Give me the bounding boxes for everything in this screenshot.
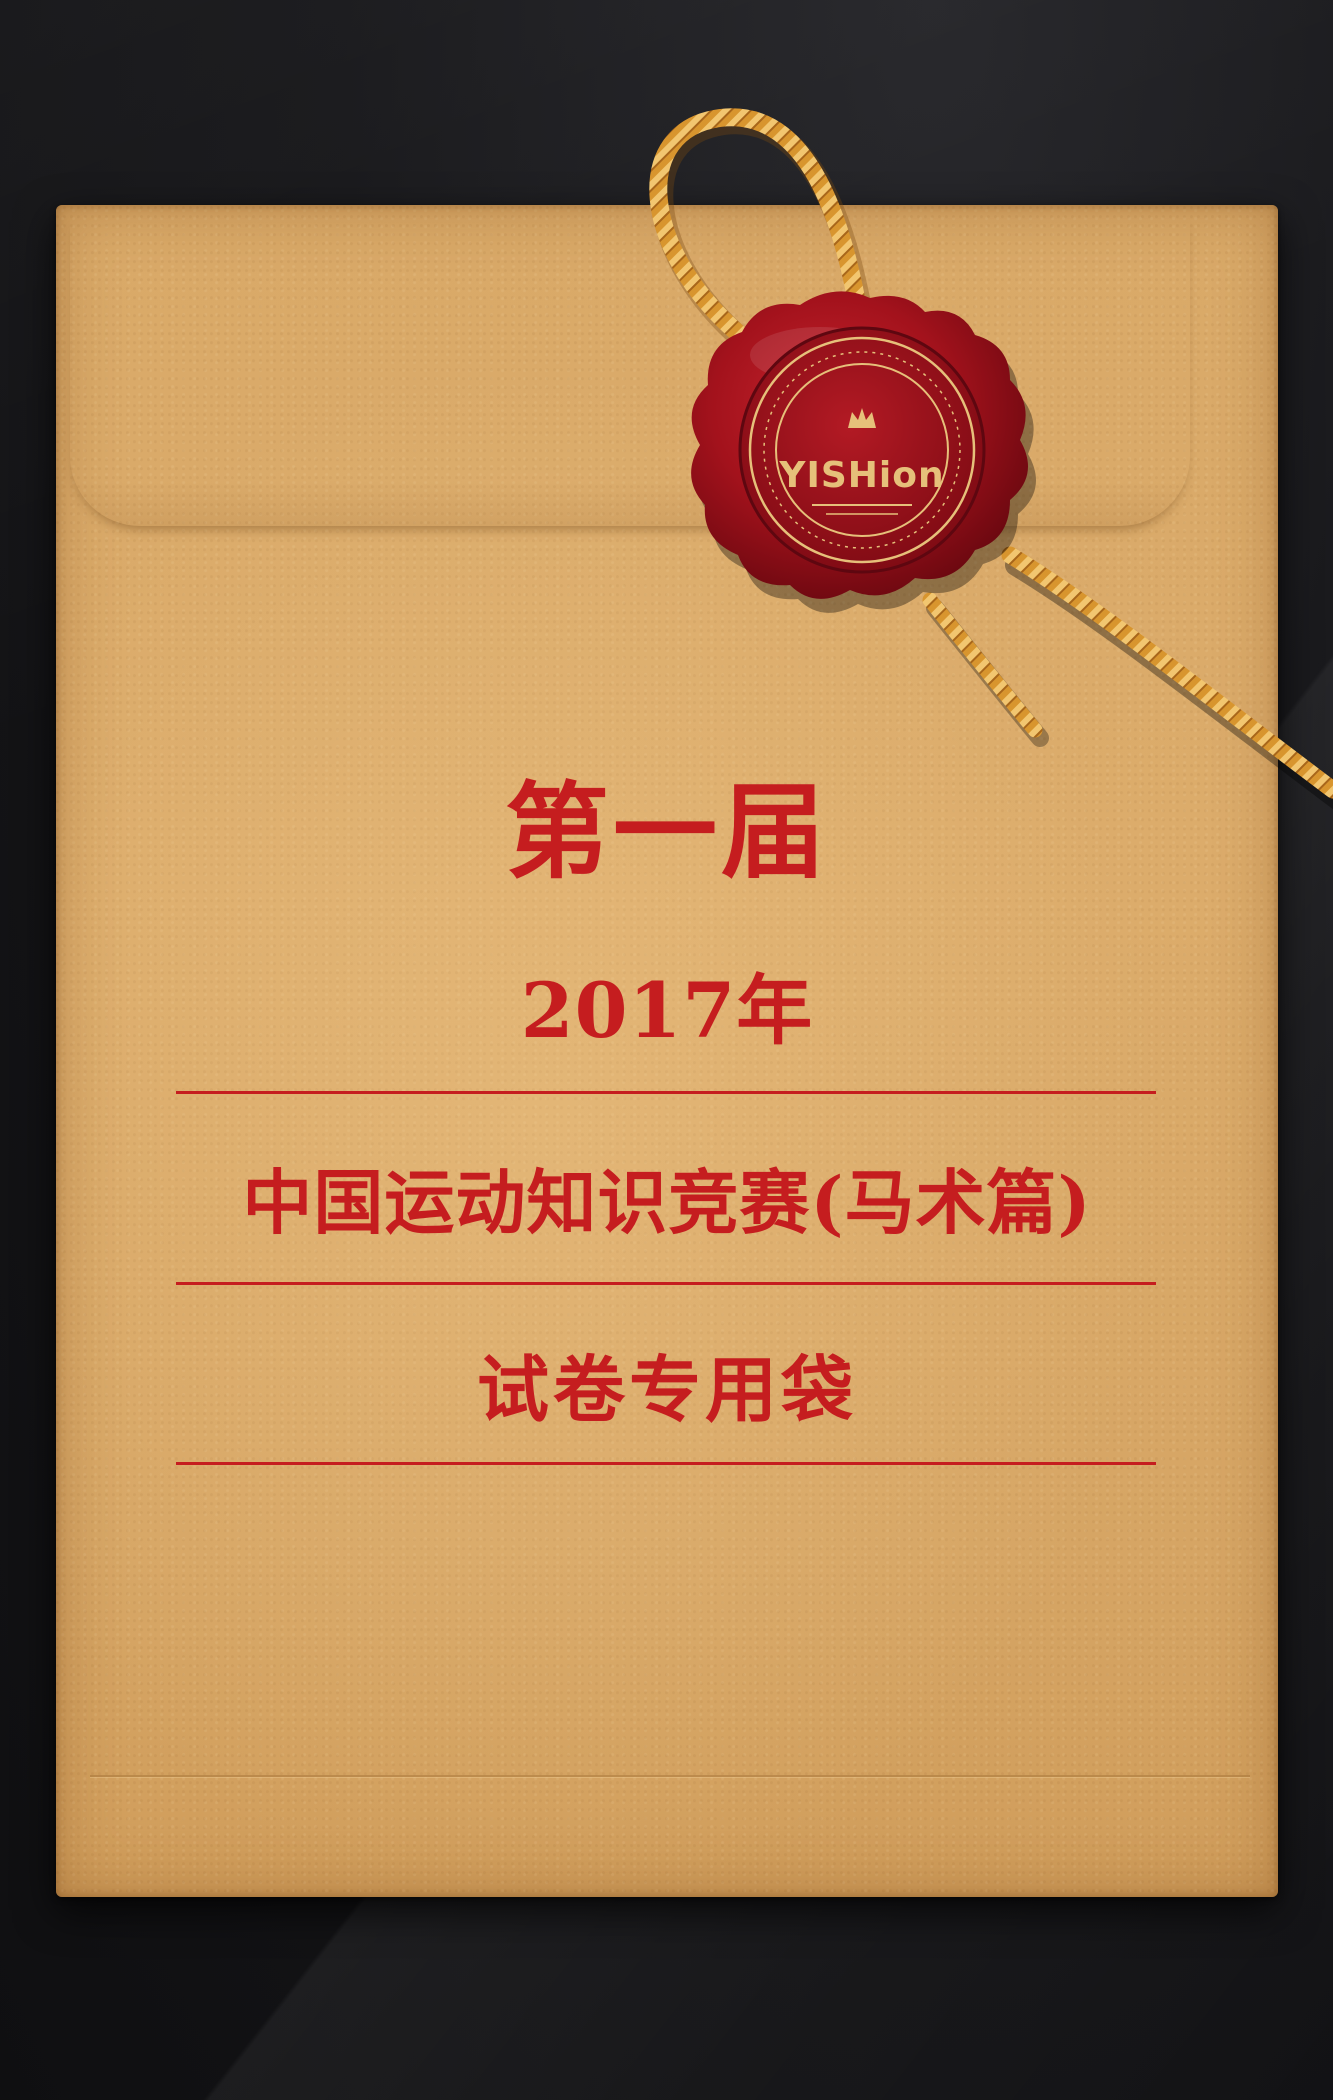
divider-line: [176, 1282, 1156, 1285]
divider-line: [176, 1462, 1156, 1465]
divider-line: [176, 1091, 1156, 1094]
envelope-bottom-fold: [90, 1775, 1250, 1777]
envelope-purpose-label: 试卷专用袋: [476, 1347, 857, 1432]
edition-heading: 第一届: [504, 770, 829, 893]
year-label: 2017年: [520, 966, 814, 1055]
page: YISHion 第一届 2017年 中国运动知识竞赛(马术篇) 试卷专用袋: [0, 0, 1333, 2100]
competition-title: 中国运动知识竞赛(马术篇): [242, 1161, 1092, 1244]
